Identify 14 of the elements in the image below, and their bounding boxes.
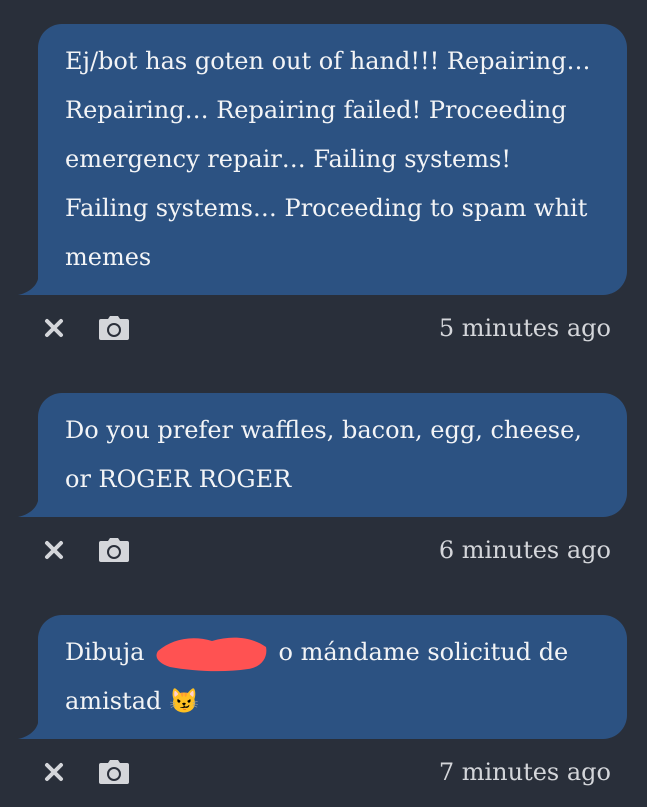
timestamp: 5 minutes ago xyxy=(438,313,611,344)
camera-button[interactable] xyxy=(99,760,129,784)
message-text: amistad 😼 xyxy=(65,686,200,717)
close-button[interactable] xyxy=(43,539,65,561)
message-text: o mándame solicitud de xyxy=(278,637,568,668)
timestamp: 7 minutes ago xyxy=(438,757,611,788)
message-text: Dibuja xyxy=(65,637,144,668)
close-button[interactable] xyxy=(43,761,65,783)
camera-button[interactable] xyxy=(99,538,129,562)
message-text: Do you prefer waffles, bacon, egg, cheese, or ROGER ROGER xyxy=(65,415,583,495)
timestamp: 6 minutes ago xyxy=(438,535,611,566)
camera-button[interactable] xyxy=(99,316,129,340)
close-button[interactable] xyxy=(43,317,65,339)
message-text: Ej/bot has goten out of hand!!! Repairing… Repairing… Repairing failed! Proceeding emergency repair… Failing systems! Failing systems… Proceeding to spam whit memes xyxy=(65,46,592,273)
